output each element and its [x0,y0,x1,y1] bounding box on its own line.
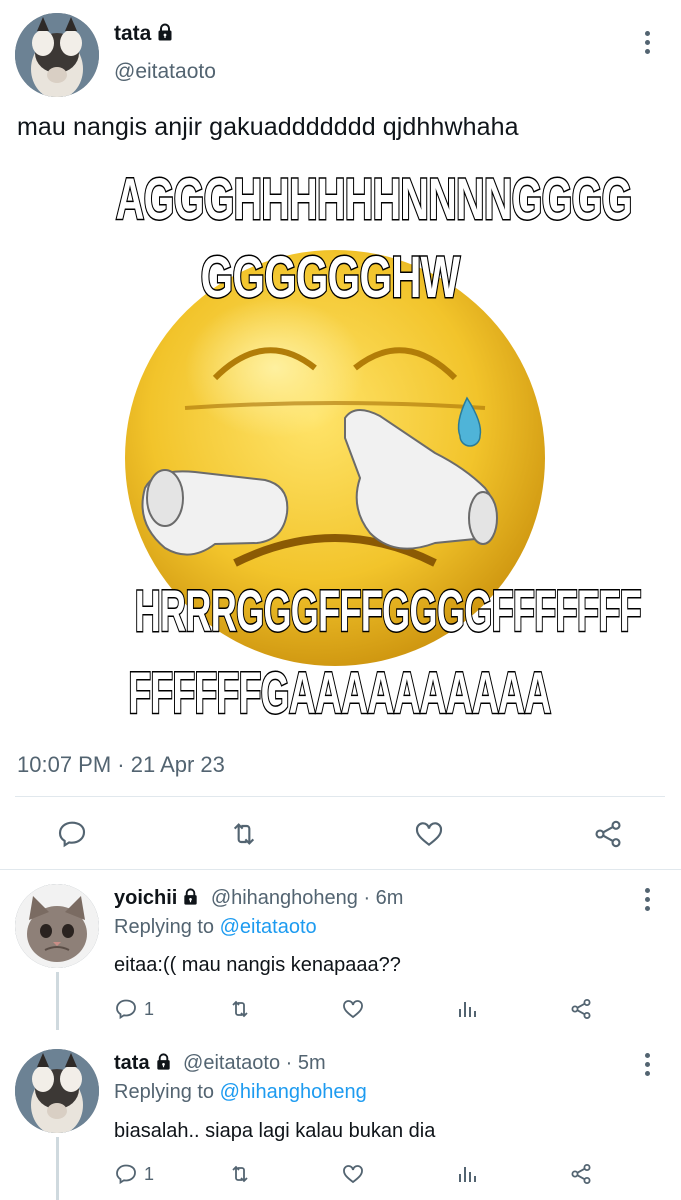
like-button[interactable] [341,1162,365,1186]
author-handle[interactable]: @eitataoto [114,60,216,84]
tweet-text: mau nangis anjir gakuaddddddd qjdhhwhaha [17,113,519,141]
reply-count: 1 [144,998,155,1019]
retweet-icon [232,1165,248,1183]
tweet-timestamp[interactable]: 10:07 PM · 21 Apr 23 [17,752,225,778]
cat-avatar-image [15,1049,99,1133]
replying-to-link[interactable]: @hihanghoheng [220,1081,367,1103]
author-row: tata [114,22,175,47]
analytics-button[interactable] [455,997,479,1021]
divider [15,796,665,797]
reply-handle-time: @hihanghoheng · 6m [210,887,404,909]
lock-icon [154,1052,173,1076]
share-icon [595,820,621,848]
more-options-icon[interactable] [635,27,659,57]
retweet-icon [233,823,255,845]
reply-handle-time: @eitataoto · 5m [183,1052,326,1074]
reply-author-name[interactable]: yoichii [114,887,177,909]
retweet-button[interactable] [228,1162,252,1186]
reply-author-name[interactable]: tata [114,1052,150,1074]
like-icon [415,822,443,847]
retweet-button[interactable] [228,818,260,850]
reply-text: biasalah.. siapa lagi kalau bukan dia [114,1120,436,1142]
like-button[interactable] [341,997,365,1021]
share-icon [571,1164,591,1184]
reply-icon [116,999,136,1020]
reply-button[interactable]: 1 [114,1162,154,1186]
divider [0,869,681,870]
kitten-avatar-image [15,884,99,968]
avatar[interactable] [15,1049,99,1133]
tweet-media-image[interactable]: AGGGHHHHHHNNNNGGGG GGGGGGHW HRRRGGGFFFGG… [15,168,645,734]
like-icon [343,1165,363,1184]
share-button[interactable] [569,997,593,1021]
reply-text: eitaa:(( mau nangis kenapaaa?? [114,954,401,976]
retweet-icon [232,1000,248,1018]
analytics-button[interactable] [455,1162,479,1186]
meme-text-line-3: HRRRGGGFFFGGGGFFFFFFF [134,578,643,645]
share-button[interactable] [569,1162,593,1186]
reply-count: 1 [144,1163,155,1184]
lock-icon [181,887,200,911]
reply-button[interactable] [56,818,88,850]
replying-to: Replying to @hihanghoheng [114,1081,367,1104]
replying-to-label: Replying to [114,916,220,938]
meme-text-line-2: GGGGGGHW [200,244,462,311]
analytics-icon [459,1167,476,1182]
meme-text-line-1: AGGGHHHHHHNNNNGGGG [115,168,634,233]
more-options-icon[interactable] [635,1049,659,1079]
retweet-button[interactable] [228,997,252,1021]
analytics-icon [459,1002,476,1017]
reply-button[interactable]: 1 [114,997,154,1021]
replying-to: Replying to @eitataoto [114,916,317,939]
share-button[interactable] [592,818,624,850]
avatar[interactable] [15,884,99,968]
lock-icon [155,22,175,47]
replying-to-label: Replying to [114,1081,220,1103]
reply-icon [116,1164,136,1185]
thread-line [56,1137,59,1200]
replying-to-link[interactable]: @eitataoto [220,916,317,938]
reply-icon [58,821,86,848]
meme-text-line-4: FFFFFFGAAAAAAAAAA [127,660,552,727]
author-name[interactable]: tata [114,22,151,45]
more-options-icon[interactable] [635,884,659,914]
reply-header: tata @eitataoto · 5m [114,1052,326,1076]
like-icon [343,1000,363,1019]
cat-avatar-image [15,13,99,97]
thread-line [56,972,59,1030]
reply-header: yoichii @hihanghoheng · 6m [114,887,403,911]
like-button[interactable] [413,818,445,850]
avatar[interactable] [15,13,99,97]
share-icon [571,999,591,1019]
